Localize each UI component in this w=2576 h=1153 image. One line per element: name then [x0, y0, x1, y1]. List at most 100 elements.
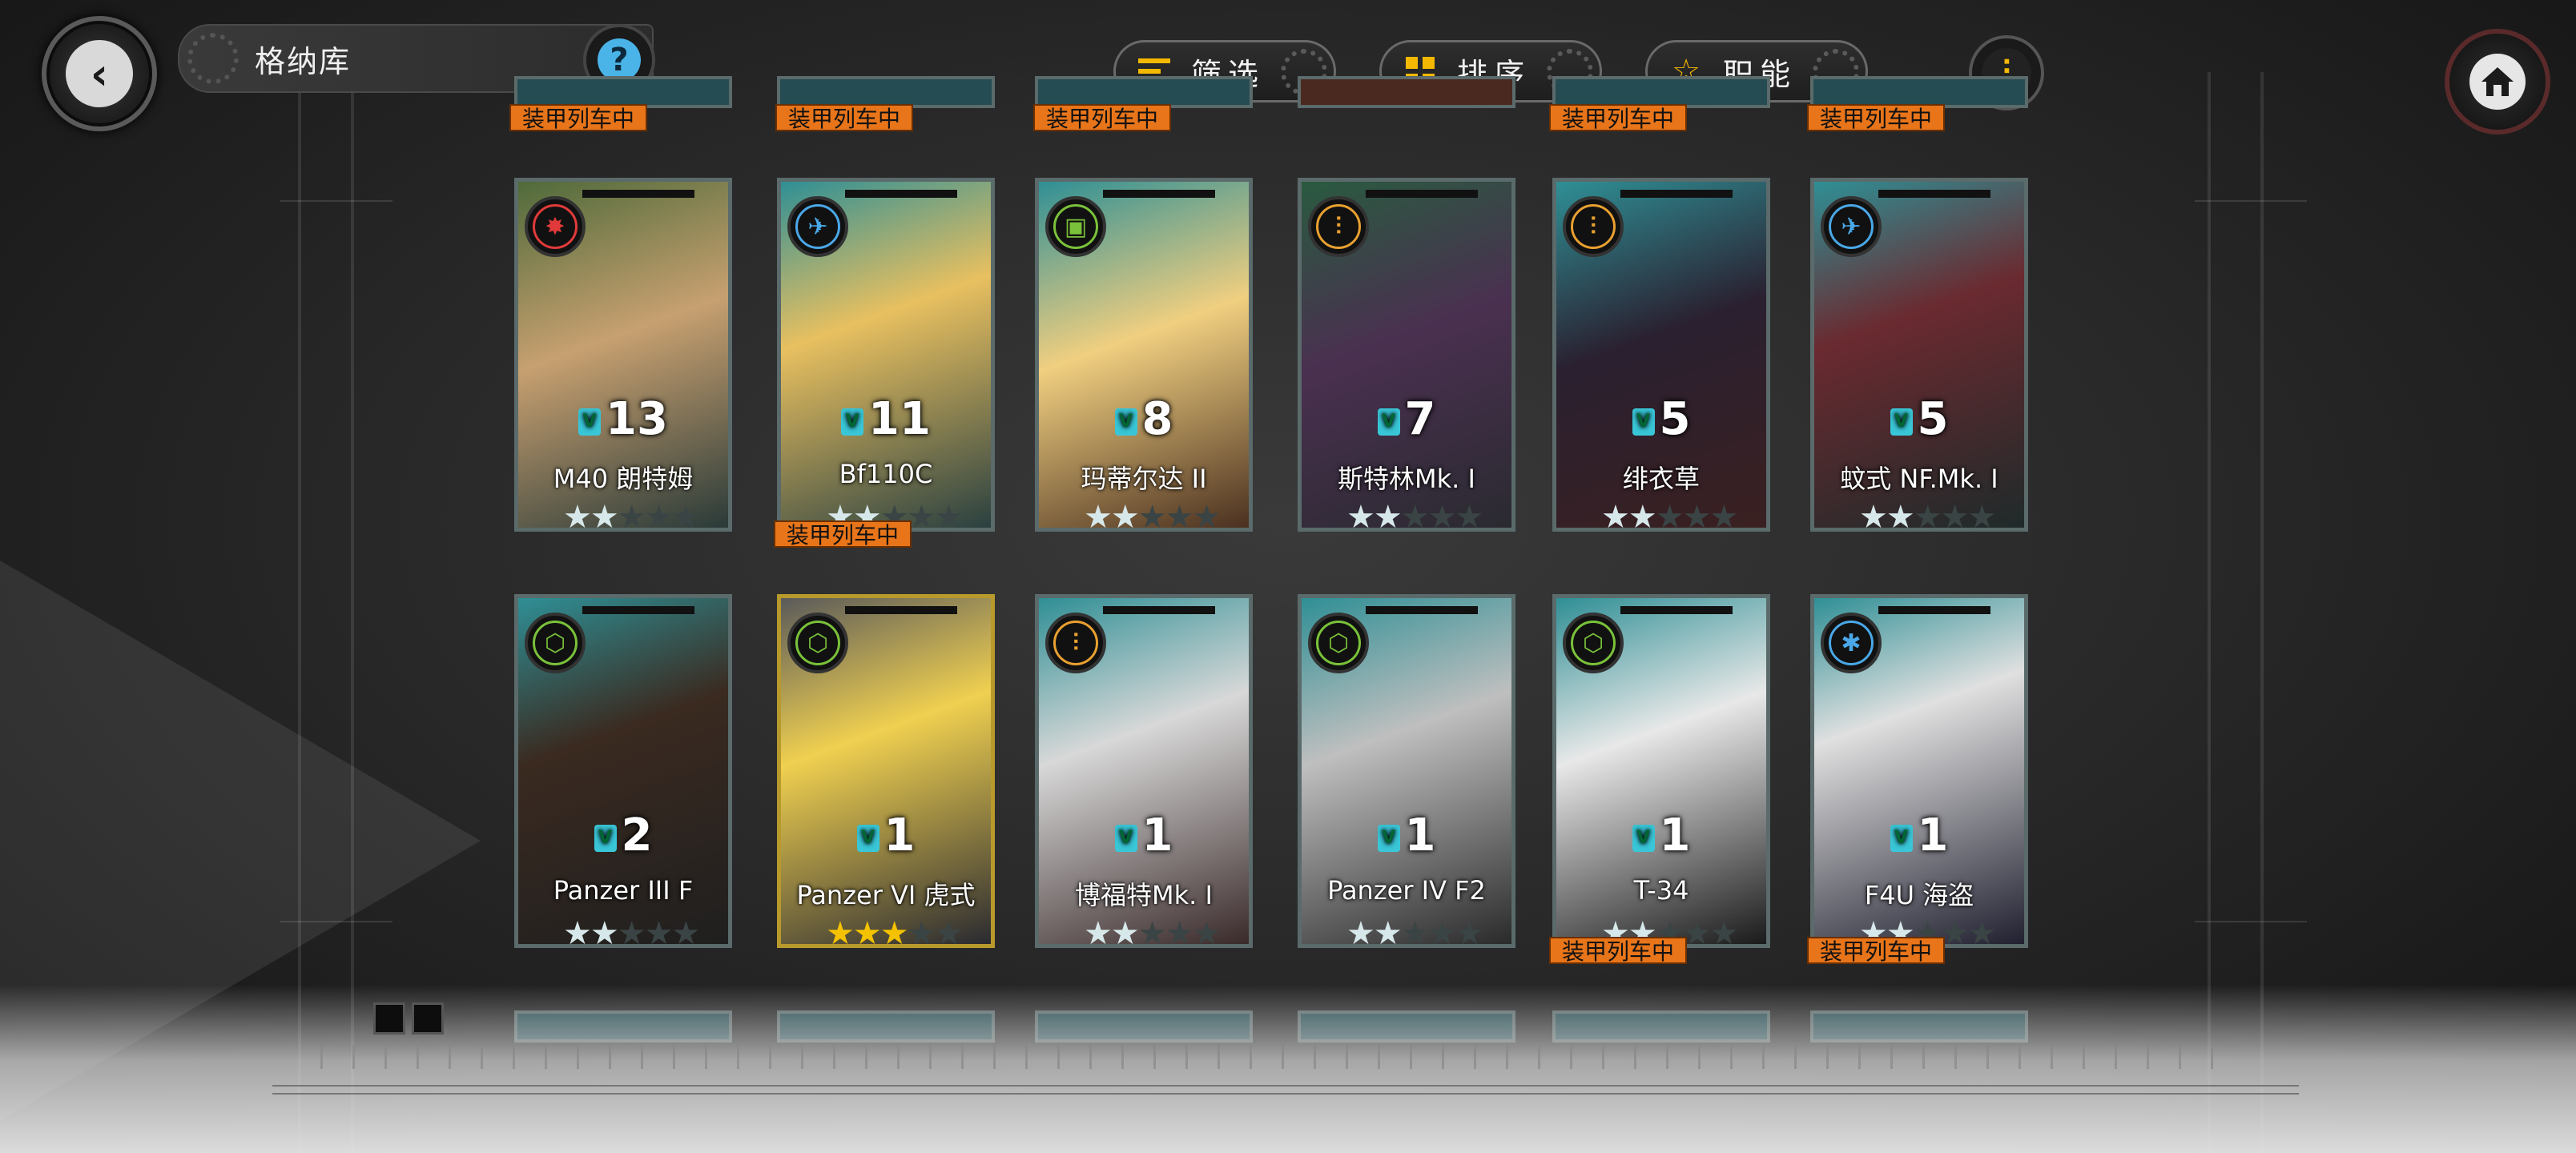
- page-indicator-square: [373, 1002, 405, 1034]
- unit-name: 斯特林Mk. I: [1338, 464, 1475, 494]
- unit-card[interactable]: ✱ V 1 F4U 海盗 ★★★★★: [1810, 594, 2028, 948]
- star-icon: ★: [590, 915, 619, 948]
- card-topline: [1103, 190, 1215, 198]
- level-value: 1: [1917, 810, 1949, 862]
- level-value: 1: [883, 810, 916, 862]
- unit-card[interactable]: ⬡ V 1 Panzer IV F2 ★★★★★: [1298, 594, 1515, 948]
- card-topline: [582, 606, 694, 614]
- unit-card[interactable]: ✈ V 5 蚊式 NF.Mk. I ★★★★★: [1810, 178, 2028, 532]
- level-value: 1: [1659, 810, 1691, 862]
- star-icon: ★: [907, 915, 936, 948]
- back-button[interactable]: ‹: [42, 16, 157, 131]
- level-badge-icon: V: [856, 824, 879, 852]
- unit-name: F4U 海盗: [1864, 880, 1974, 910]
- role-badge: ✈: [1821, 196, 1882, 257]
- star-icon: ★: [563, 915, 592, 948]
- role-badge: ⫶: [1563, 196, 1624, 257]
- status-badge: 装甲列车中: [1549, 104, 1688, 132]
- level-badge-icon: V: [1890, 408, 1913, 436]
- unit-card[interactable]: ⫶ V 5 绯衣草 ★★★★★: [1552, 178, 1770, 532]
- unit-name: 绯衣草: [1622, 464, 1700, 494]
- role-badge: ⬡: [525, 613, 586, 673]
- level-value: 5: [1917, 393, 1949, 445]
- level-value: 7: [1404, 393, 1436, 445]
- unit-name: T-34: [1633, 875, 1689, 906]
- status-badge: 装甲列车中: [1549, 937, 1688, 965]
- home-button[interactable]: [2445, 29, 2550, 135]
- star-icon: ★: [1110, 915, 1140, 948]
- star-icon: ★: [826, 915, 855, 948]
- green-shield-icon: ▣: [1053, 204, 1098, 249]
- role-badge: ▣: [1045, 196, 1106, 257]
- help-icon: ?: [598, 38, 641, 82]
- star-icon: ★: [1400, 499, 1430, 532]
- level-value: 1: [1141, 810, 1173, 862]
- gear-icon: [187, 33, 239, 84]
- role-badge: ✈: [787, 196, 848, 257]
- card-topline: [845, 190, 957, 198]
- star-rating: ★★★★★: [826, 915, 963, 948]
- card-topline: [1366, 190, 1478, 198]
- card-topline: [1366, 606, 1478, 614]
- unit-level: V 11: [781, 393, 991, 445]
- unit-card[interactable]: ✈ V 11 Bf110C ★★★★★: [777, 178, 995, 532]
- unit-card[interactable]: ⬡ V 1 T-34 ★★★★★: [1552, 594, 1770, 948]
- star-icon: ★: [1110, 499, 1140, 532]
- star-icon: ★: [1913, 499, 1942, 532]
- level-value: 13: [606, 393, 668, 445]
- unit-card[interactable]: ⬡ V 2 Panzer III F ★★★★★: [514, 594, 732, 948]
- frame-rail: [2195, 200, 2307, 202]
- unit-level: V1: [1039, 810, 1249, 862]
- card-peek[interactable]: [1810, 76, 2028, 108]
- unit-name: Panzer III F: [553, 875, 694, 906]
- unit-name: M40 朗特姆: [553, 464, 694, 494]
- star-icon: ★: [644, 915, 674, 948]
- card-topline: [1103, 606, 1215, 614]
- unit-card[interactable]: ✸ V 13 M40 朗特姆 ★★★★★: [514, 178, 732, 532]
- star-icon: ★: [1373, 915, 1403, 948]
- home-icon: [2469, 54, 2526, 110]
- page-indicator-square: [412, 1002, 444, 1034]
- card-topline: [845, 606, 957, 614]
- role-badge: ⬡: [787, 613, 848, 673]
- status-badge: 装甲列车中: [774, 520, 912, 548]
- status-badge: 装甲列车中: [1033, 104, 1172, 132]
- unit-card[interactable]: ⫶ V 1 博福特Mk. I ★★★★★: [1035, 594, 1253, 948]
- card-peek[interactable]: [1035, 76, 1253, 108]
- star-icon: ★: [1709, 499, 1738, 532]
- star-icon: ★: [934, 499, 963, 532]
- unit-level: V1: [781, 810, 991, 862]
- star-icon: ★: [1137, 499, 1167, 532]
- status-badge: 装甲列车中: [1807, 937, 1946, 965]
- role-badge: ✱: [1821, 613, 1882, 673]
- card-peek[interactable]: [1552, 76, 1770, 108]
- star-icon: ★: [852, 915, 882, 948]
- level-badge-icon: V: [1377, 408, 1400, 436]
- card-peek[interactable]: [1298, 76, 1515, 108]
- star-icon: ★: [1165, 499, 1194, 532]
- page-title: 格纳库: [255, 43, 352, 79]
- star-rating: ★★★★★: [563, 915, 700, 948]
- star-icon: ★: [1655, 499, 1684, 532]
- unit-name: 博福特Mk. I: [1075, 880, 1213, 910]
- unit-card[interactable]: ⬡ V 1 Panzer VI 虎式 ★★★★★: [777, 594, 995, 948]
- role-badge: ✸: [525, 196, 586, 257]
- star-icon: ★: [590, 499, 619, 532]
- unit-level: V1: [1814, 810, 2024, 862]
- star-icon: ★: [1137, 915, 1167, 948]
- card-peek[interactable]: [514, 76, 732, 108]
- level-value: 11: [868, 393, 931, 445]
- star-icon: ★: [1601, 499, 1630, 532]
- unit-card[interactable]: ⫶ V 7 斯特林Mk. I ★★★★★: [1298, 178, 1515, 532]
- role-badge: ⫶: [1045, 613, 1106, 673]
- star-icon: ★: [1455, 915, 1483, 948]
- green-tank-icon: ⬡: [795, 621, 840, 665]
- level-badge-icon: V: [1114, 824, 1137, 852]
- scroll-ruler[interactable]: [320, 1045, 2243, 1069]
- unit-name: Bf110C: [839, 459, 933, 489]
- unit-level: V5: [1556, 393, 1766, 445]
- unit-card[interactable]: ▣ V 8 玛蒂尔达 II ★★★★★: [1035, 178, 1253, 532]
- card-peek[interactable]: [777, 76, 995, 108]
- level-badge-icon: V: [1632, 408, 1655, 436]
- star-rating: ★★★★★: [1859, 499, 1996, 532]
